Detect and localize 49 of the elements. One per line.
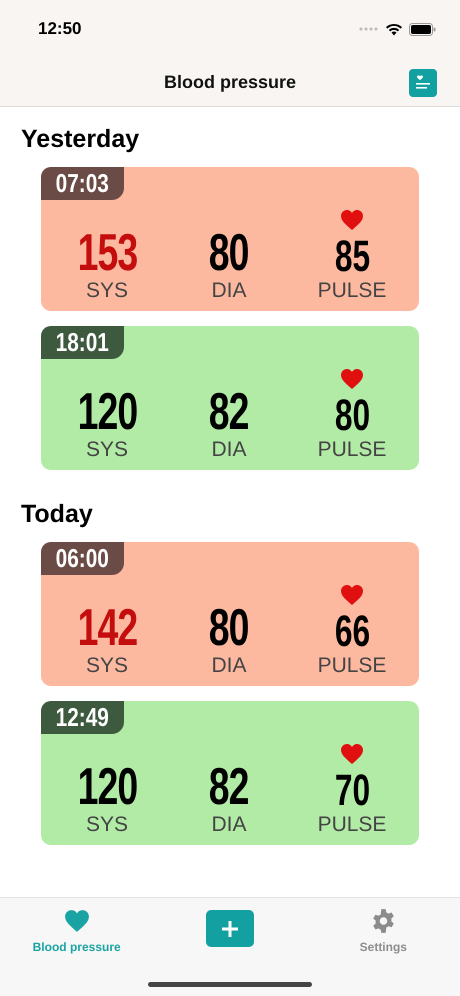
- systolic-label: SYS: [86, 279, 128, 303]
- tab-label: Blood pressure: [32, 939, 121, 956]
- pulse-label: PULSE: [318, 813, 386, 837]
- time-tag: 06:00: [41, 542, 124, 575]
- systolic-value: 120: [77, 761, 137, 813]
- systolic-label: SYS: [86, 813, 128, 837]
- systolic-value: 153: [77, 227, 137, 279]
- heart-icon: [340, 743, 364, 765]
- section-title: Yesterday: [21, 124, 140, 155]
- status-time: 12:50: [38, 18, 82, 40]
- pulse-label: PULSE: [318, 654, 386, 678]
- heart-icon: [340, 584, 364, 606]
- time-tag: 07:03: [41, 167, 124, 200]
- plus-icon: [220, 918, 240, 938]
- reading-card[interactable]: 06:00 142 SYS 80 DIA 66 PULSE: [41, 542, 419, 686]
- tab-label: Settings: [360, 939, 407, 956]
- reading-card[interactable]: 12:49 120 SYS 82 DIA 70 PULSE: [41, 701, 419, 845]
- pulse-value: 85: [334, 235, 370, 279]
- pulse-label: PULSE: [318, 279, 386, 303]
- heart-icon: [340, 368, 364, 390]
- time-tag: 12:49: [41, 701, 124, 734]
- wifi-icon: [385, 22, 403, 36]
- pulse-value: 80: [334, 394, 370, 438]
- diastolic-value: 82: [209, 761, 249, 813]
- pulse-value: 70: [334, 769, 370, 813]
- pulse-value: 66: [334, 610, 370, 654]
- reading-card[interactable]: 18:01 120 SYS 82 DIA 80 PULSE: [41, 326, 419, 470]
- reading-card[interactable]: 07:03 153 SYS 80 DIA 85 PULSE: [41, 167, 419, 311]
- systolic-label: SYS: [86, 654, 128, 678]
- systolic-value: 142: [77, 602, 137, 654]
- add-button[interactable]: [206, 910, 254, 947]
- systolic-value: 120: [77, 386, 137, 438]
- diastolic-label: DIA: [211, 654, 246, 678]
- diastolic-label: DIA: [211, 813, 246, 837]
- section-title: Today: [21, 499, 94, 530]
- battery-icon: [409, 22, 436, 36]
- diastolic-label: DIA: [211, 279, 246, 303]
- heart-icon: [340, 209, 364, 231]
- page-title: Blood pressure: [164, 70, 296, 94]
- diastolic-value: 80: [209, 602, 249, 654]
- diastolic-value: 80: [209, 227, 249, 279]
- systolic-label: SYS: [86, 438, 128, 462]
- diastolic-label: DIA: [211, 438, 246, 462]
- diastolic-value: 82: [209, 386, 249, 438]
- time-tag: 18:01: [41, 326, 124, 359]
- heart-icon: [64, 909, 90, 933]
- report-button[interactable]: [409, 69, 437, 97]
- signal-dots-icon: [359, 27, 379, 31]
- pulse-label: PULSE: [318, 438, 386, 462]
